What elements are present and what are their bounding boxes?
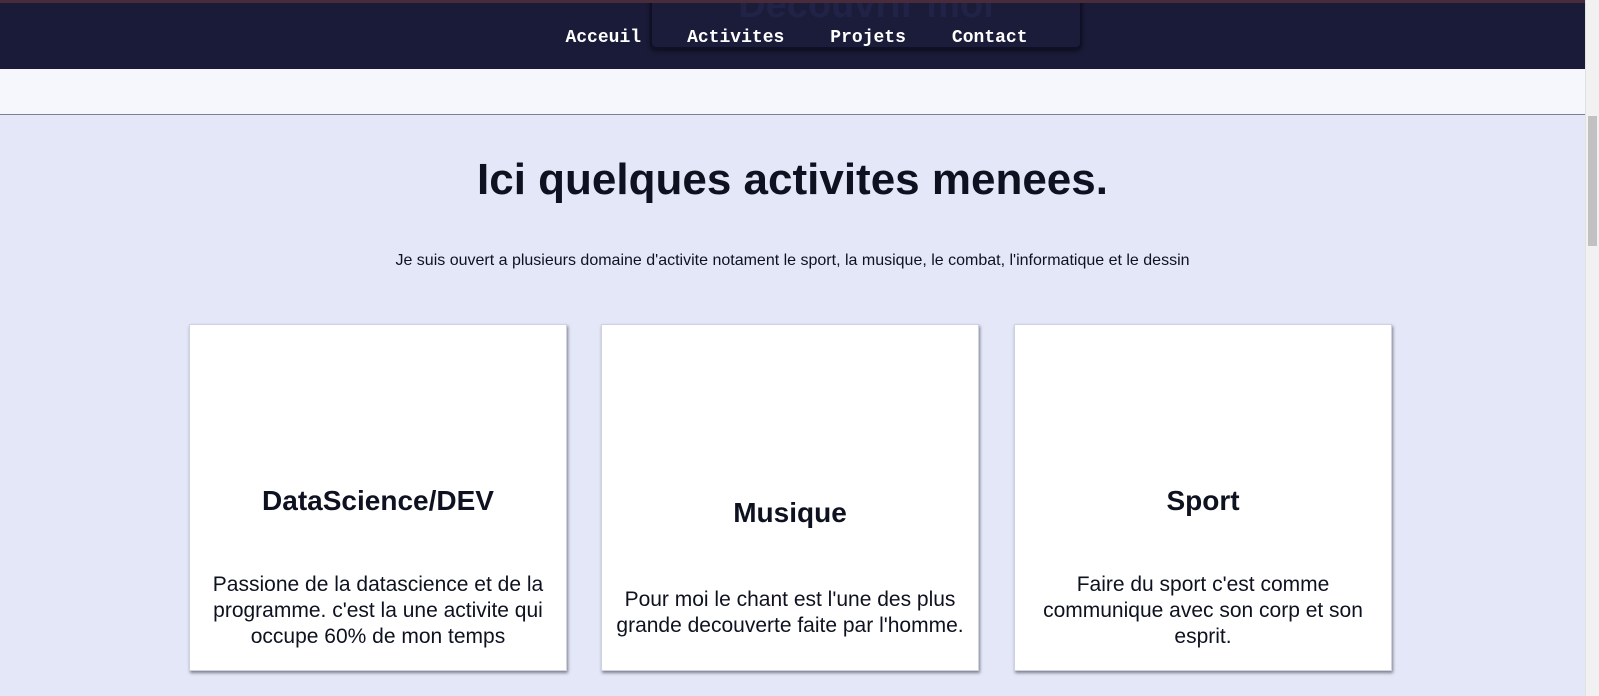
hero-bottom-band xyxy=(0,69,1585,115)
page: Decouvrir moi Acceuil Activites Projets … xyxy=(0,0,1599,696)
vertical-scrollbar[interactable] xyxy=(1585,0,1599,696)
card-text: Pour moi le chant est l'une des plus gra… xyxy=(616,588,964,637)
activity-card-sport: Sport Faire du sport c'est comme communi… xyxy=(1014,324,1392,671)
nav-link-activites[interactable]: Activites xyxy=(687,28,784,48)
nav-link-acceuil[interactable]: Acceuil xyxy=(565,28,641,48)
card-title: Sport xyxy=(1166,485,1240,516)
activities-section: Ici quelques activites menees. Je suis o… xyxy=(0,115,1585,696)
card-title: Musique xyxy=(733,497,847,528)
scrollbar-thumb[interactable] xyxy=(1588,116,1597,246)
card-text: Passione de la datascience et de la prog… xyxy=(212,573,544,648)
card-title: DataScience/DEV xyxy=(262,485,494,516)
activity-card-datascience: DataScience/DEV Passione de la datascien… xyxy=(189,324,567,671)
activities-subtitle: Je suis ouvert a plusieurs domaine d'act… xyxy=(395,252,1190,269)
nav-link-projets[interactable]: Projets xyxy=(830,28,906,48)
nav-link-contact[interactable]: Contact xyxy=(952,28,1028,48)
nav-links: Acceuil Activites Projets Contact xyxy=(0,3,1585,69)
navbar: Decouvrir moi Acceuil Activites Projets … xyxy=(0,3,1585,69)
activities-title: Ici quelques activites menees. xyxy=(477,155,1108,204)
card-text: Faire du sport c'est comme communique av… xyxy=(1043,573,1363,648)
activity-card-musique: Musique Pour moi le chant est l'une des … xyxy=(601,324,979,671)
